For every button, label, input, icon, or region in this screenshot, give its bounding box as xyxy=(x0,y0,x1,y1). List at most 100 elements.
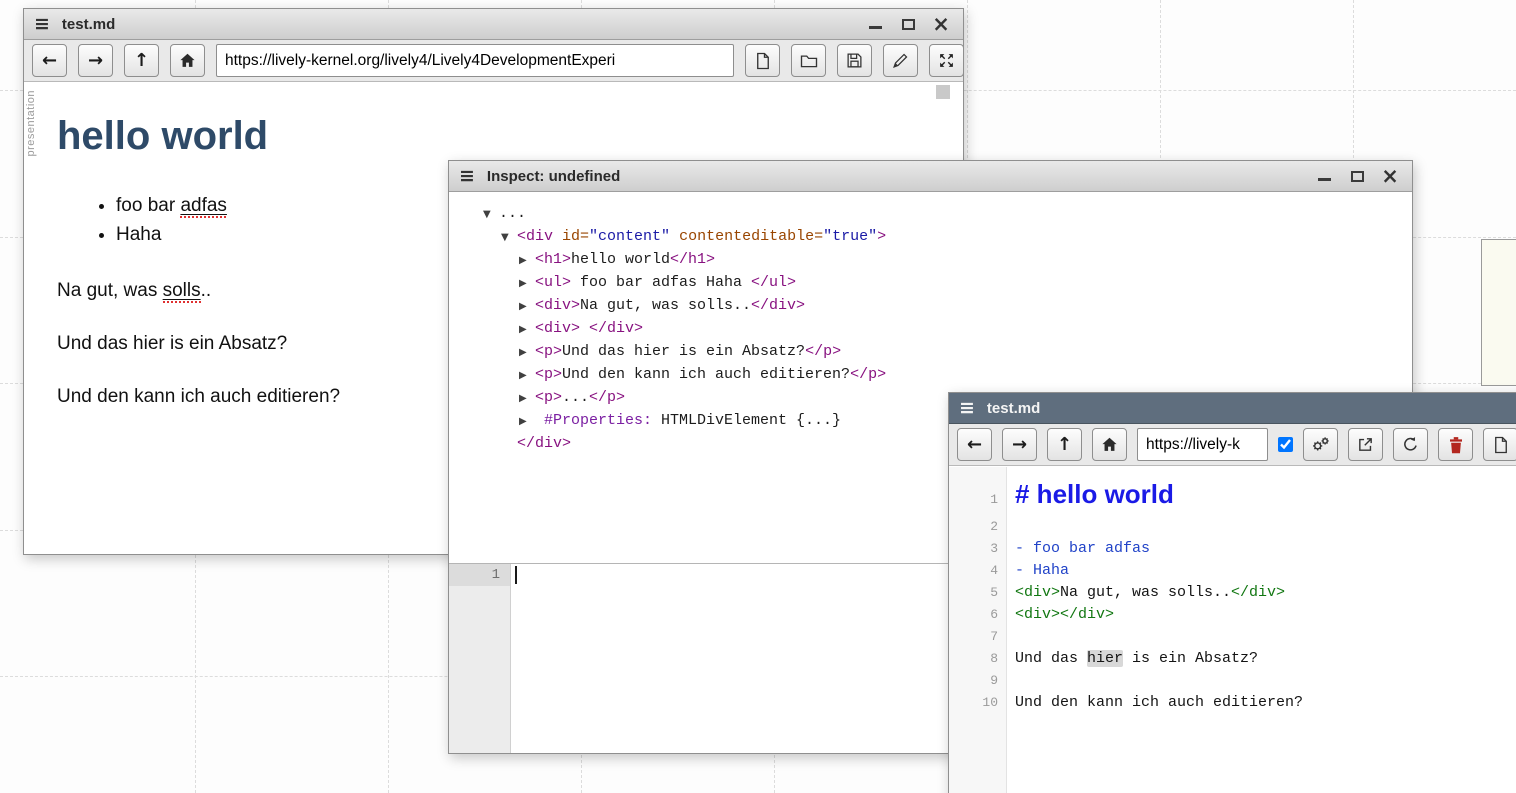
edit-button[interactable] xyxy=(883,44,918,77)
minimize-button[interactable] xyxy=(1316,168,1332,184)
code-token: <p> xyxy=(535,389,562,406)
line-number: 7 xyxy=(949,626,1007,648)
code-token xyxy=(580,320,589,337)
code-token: <div xyxy=(517,228,562,245)
code-line[interactable]: 6 <div></div> xyxy=(949,604,1516,626)
url-input[interactable] xyxy=(1137,428,1268,461)
home-button[interactable] xyxy=(1092,428,1127,461)
tree-node[interactable]: ▶<div> </div> xyxy=(483,318,1412,341)
code-line[interactable]: 4- Haha xyxy=(949,560,1516,582)
editor-code-area[interactable]: 1# hello world23- foo bar adfas4- Haha5<… xyxy=(949,467,1516,793)
code-token: "content" xyxy=(589,228,670,245)
code-token: hier xyxy=(1087,650,1123,667)
text-run: Und das hier is ein Absatz? xyxy=(57,333,287,354)
code-token: </p> xyxy=(805,343,841,360)
code-token: Na gut, was solls.. xyxy=(1060,584,1231,601)
line-number: 9 xyxy=(949,670,1007,692)
collapse-arrow-icon[interactable]: ▼ xyxy=(501,227,517,249)
trash-icon xyxy=(1448,436,1464,454)
window-menu-icon[interactable]: ≡ xyxy=(34,15,50,34)
code-content: <div>Na gut, was solls..</div> xyxy=(1007,582,1285,604)
code-line[interactable]: 5<div>Na gut, was solls..</div> xyxy=(949,582,1516,604)
expand-arrow-icon[interactable]: ▶ xyxy=(519,296,535,318)
code-token: <div> xyxy=(535,297,580,314)
tree-node[interactable]: ▼<div id="content" contenteditable="true… xyxy=(483,226,1412,249)
pencil-icon xyxy=(892,52,909,69)
up-button[interactable]: ↑ xyxy=(1047,428,1082,461)
code-line[interactable]: 9 xyxy=(949,670,1516,692)
window-titlebar[interactable]: ≡ Inspect: undefined × xyxy=(449,161,1412,192)
back-button[interactable]: ← xyxy=(32,44,67,77)
reload-button[interactable] xyxy=(1393,428,1428,461)
close-button[interactable]: × xyxy=(933,16,949,32)
expand-arrow-icon[interactable]: ▶ xyxy=(519,250,535,272)
expand-arrow-icon[interactable]: ▶ xyxy=(519,388,535,410)
tree-node[interactable]: ▶<div>Na gut, was solls..</div> xyxy=(483,295,1412,318)
close-button[interactable]: × xyxy=(1382,168,1398,184)
code-token: <div></div> xyxy=(1015,606,1114,623)
settings-button[interactable] xyxy=(1303,428,1338,461)
preview-heading: hello world xyxy=(57,114,963,159)
fullscreen-button[interactable] xyxy=(929,44,964,77)
code-line[interactable]: 7 xyxy=(949,626,1516,648)
new-file-button[interactable] xyxy=(1483,428,1516,461)
code-token: hello world xyxy=(571,251,670,268)
forward-arrow-icon: → xyxy=(88,52,103,70)
home-icon xyxy=(1101,436,1118,453)
window-menu-icon[interactable]: ≡ xyxy=(459,167,475,186)
minimize-button[interactable] xyxy=(867,16,883,32)
code-line[interactable]: 3- foo bar adfas xyxy=(949,538,1516,560)
expand-arrow-icon[interactable]: ▶ xyxy=(519,319,535,341)
line-number: 2 xyxy=(949,516,1007,538)
code-content: <div></div> xyxy=(1007,604,1114,626)
open-external-button[interactable] xyxy=(1348,428,1383,461)
window-titlebar[interactable]: ≡ test.md × xyxy=(949,393,1516,424)
code-token: </div> xyxy=(589,320,643,337)
back-button[interactable]: ← xyxy=(957,428,992,461)
gears-icon xyxy=(1311,436,1330,453)
line-number: 1 xyxy=(449,564,510,586)
window-title: test.md xyxy=(62,16,858,33)
delete-button[interactable] xyxy=(1438,428,1473,461)
code-line[interactable]: 2 xyxy=(949,516,1516,538)
window-titlebar[interactable]: ≡ test.md × xyxy=(24,9,963,40)
tree-node[interactable]: ▶<ul> foo bar adfas Haha </ul> xyxy=(483,272,1412,295)
line-number: 3 xyxy=(949,538,1007,560)
editor-code-lines[interactable]: 1# hello world23- foo bar adfas4- Haha5<… xyxy=(949,467,1516,714)
maximize-button[interactable] xyxy=(900,16,916,32)
code-token xyxy=(670,228,679,245)
up-button[interactable]: ↑ xyxy=(124,44,159,77)
open-folder-button[interactable] xyxy=(791,44,826,77)
collapse-arrow-icon[interactable]: ▼ xyxy=(483,204,499,226)
code-line[interactable]: 1# hello world xyxy=(949,474,1516,516)
line-number: 1 xyxy=(949,489,1007,511)
home-button[interactable] xyxy=(170,44,205,77)
expand-arrow-icon[interactable]: ▶ xyxy=(519,365,535,387)
scrollbar-handle[interactable] xyxy=(936,85,950,99)
side-label: presentation xyxy=(25,90,37,157)
code-line[interactable]: 10Und den kann ich auch editieren? xyxy=(949,692,1516,714)
line-number-gutter: 1 xyxy=(449,564,511,753)
forward-button[interactable]: → xyxy=(1002,428,1037,461)
live-update-checkbox[interactable] xyxy=(1278,437,1293,452)
forward-button[interactable]: → xyxy=(78,44,113,77)
line-number: 6 xyxy=(949,604,1007,626)
code-line[interactable]: 8Und das hier is ein Absatz? xyxy=(949,648,1516,670)
code-token: <ul> xyxy=(535,274,571,291)
code-token: Und das hier is ein Absatz? xyxy=(562,343,805,360)
tree-node[interactable]: ▼... xyxy=(483,203,1412,226)
window-menu-icon[interactable]: ≡ xyxy=(959,399,975,418)
tree-node[interactable]: ▶<p>Und den kann ich auch editieren?</p> xyxy=(483,364,1412,387)
forward-arrow-icon: → xyxy=(1012,436,1027,454)
new-file-button[interactable] xyxy=(745,44,780,77)
expand-arrow-icon[interactable]: ▶ xyxy=(519,411,535,433)
code-token: <p> xyxy=(535,343,562,360)
expand-arrow-icon[interactable]: ▶ xyxy=(519,273,535,295)
code-token: </h1> xyxy=(670,251,715,268)
tree-node[interactable]: ▶<h1>hello world</h1> xyxy=(483,249,1412,272)
save-button[interactable] xyxy=(837,44,872,77)
tree-node[interactable]: ▶<p>Und das hier is ein Absatz?</p> xyxy=(483,341,1412,364)
expand-arrow-icon[interactable]: ▶ xyxy=(519,342,535,364)
url-input[interactable] xyxy=(216,44,734,77)
maximize-button[interactable] xyxy=(1349,168,1365,184)
